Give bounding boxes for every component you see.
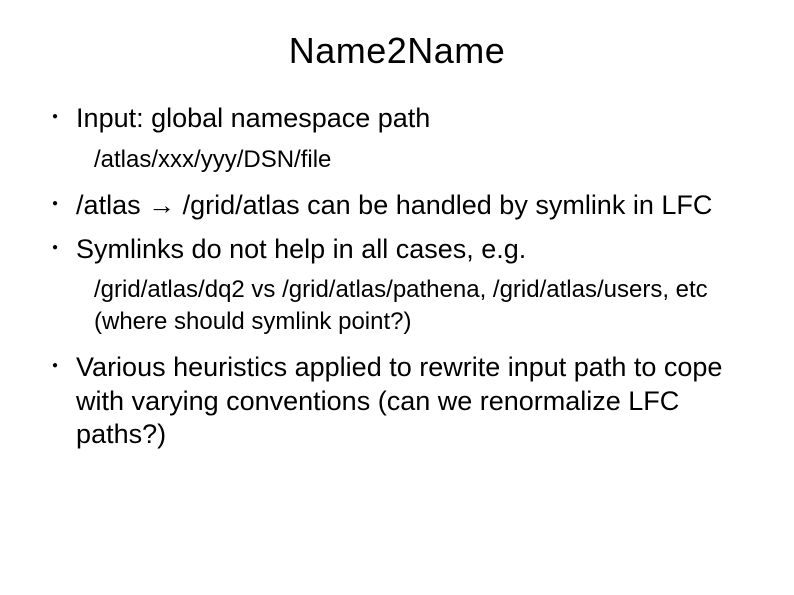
bullet-text: /atlas → /grid/atlas can be handled by s… [76,189,712,223]
bullet-item: ● Various heuristics applied to rewrite … [52,351,754,452]
bullet-icon: ● [52,233,58,263]
bullet-item: ● Symlinks do not help in all cases, e.g… [52,233,754,267]
bullet-icon: ● [52,189,58,219]
slide-content: ● Input: global namespace path /atlas/xx… [40,102,754,452]
slide: Name2Name ● Input: global namespace path… [0,0,794,595]
bullet-icon: ● [52,351,58,381]
bullet-text: Various heuristics applied to rewrite in… [76,351,754,452]
bullet-icon: ● [52,102,58,132]
bullet-item: ● /atlas → /grid/atlas can be handled by… [52,189,754,223]
bullet-item: ● Input: global namespace path [52,102,754,136]
sub-text: /grid/atlas/dq2 vs /grid/atlas/pathena, … [52,274,754,336]
sub-text: /atlas/xxx/yyy/DSN/file [52,144,754,175]
bullet-text: Input: global namespace path [76,102,430,136]
slide-title: Name2Name [40,30,754,72]
bullet-text: Symlinks do not help in all cases, e.g. [76,233,526,267]
